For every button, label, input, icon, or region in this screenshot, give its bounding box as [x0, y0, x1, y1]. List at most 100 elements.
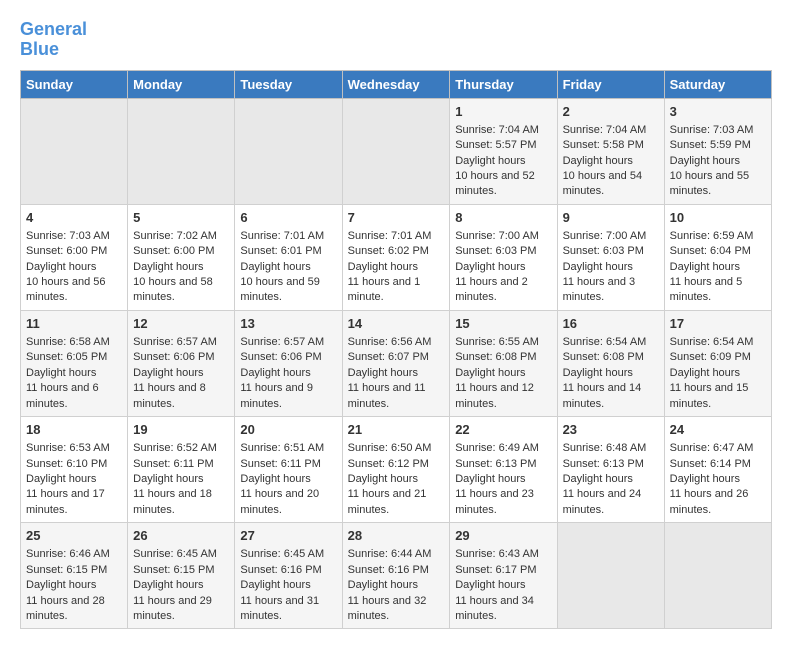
daylight-label: Daylight hours	[563, 154, 659, 169]
week-row-4: 18Sunrise: 6:53 AMSunset: 6:10 PMDayligh…	[21, 417, 772, 523]
calendar-cell: 10Sunrise: 6:59 AMSunset: 6:04 PMDayligh…	[664, 204, 771, 310]
sunrise-time: Sunrise: 6:50 AM	[348, 441, 445, 456]
day-number: 13	[240, 315, 336, 333]
sunset-time: Sunset: 6:00 PM	[133, 244, 229, 259]
day-number: 28	[348, 527, 445, 545]
header-day-thursday: Thursday	[450, 70, 557, 98]
daylight-value: 11 hours and 23 minutes.	[455, 487, 551, 518]
day-number: 10	[670, 209, 766, 227]
day-number: 17	[670, 315, 766, 333]
daylight-label: Daylight hours	[133, 366, 229, 381]
calendar-cell: 24Sunrise: 6:47 AMSunset: 6:14 PMDayligh…	[664, 417, 771, 523]
sunrise-time: Sunrise: 6:57 AM	[240, 335, 336, 350]
sunset-time: Sunset: 5:58 PM	[563, 138, 659, 153]
daylight-value: 11 hours and 5 minutes.	[670, 275, 766, 306]
calendar-cell: 18Sunrise: 6:53 AMSunset: 6:10 PMDayligh…	[21, 417, 128, 523]
sunrise-time: Sunrise: 7:00 AM	[455, 229, 551, 244]
header-day-wednesday: Wednesday	[342, 70, 450, 98]
daylight-value: 11 hours and 31 minutes.	[240, 594, 336, 625]
daylight-value: 10 hours and 52 minutes.	[455, 169, 551, 200]
calendar-cell: 1Sunrise: 7:04 AMSunset: 5:57 PMDaylight…	[450, 98, 557, 204]
daylight-label: Daylight hours	[348, 366, 445, 381]
sunset-time: Sunset: 6:07 PM	[348, 350, 445, 365]
day-number: 15	[455, 315, 551, 333]
day-number: 29	[455, 527, 551, 545]
daylight-value: 10 hours and 58 minutes.	[133, 275, 229, 306]
sunrise-time: Sunrise: 6:54 AM	[563, 335, 659, 350]
calendar-cell: 8Sunrise: 7:00 AMSunset: 6:03 PMDaylight…	[450, 204, 557, 310]
day-number: 12	[133, 315, 229, 333]
calendar-cell: 19Sunrise: 6:52 AMSunset: 6:11 PMDayligh…	[128, 417, 235, 523]
sunset-time: Sunset: 6:13 PM	[563, 457, 659, 472]
daylight-label: Daylight hours	[133, 260, 229, 275]
calendar-cell	[235, 98, 342, 204]
calendar-cell: 29Sunrise: 6:43 AMSunset: 6:17 PMDayligh…	[450, 523, 557, 629]
day-number: 9	[563, 209, 659, 227]
daylight-value: 11 hours and 29 minutes.	[133, 594, 229, 625]
sunrise-time: Sunrise: 6:59 AM	[670, 229, 766, 244]
daylight-label: Daylight hours	[26, 578, 122, 593]
week-row-5: 25Sunrise: 6:46 AMSunset: 6:15 PMDayligh…	[21, 523, 772, 629]
sunrise-time: Sunrise: 7:00 AM	[563, 229, 659, 244]
calendar-cell: 25 Sunrise: 6:46 AMSunset: 6:15 PMDayligh…	[21, 523, 128, 629]
daylight-value: 10 hours and 59 minutes.	[240, 275, 336, 306]
daylight-value: 11 hours and 24 minutes.	[563, 487, 659, 518]
day-number: 20	[240, 421, 336, 439]
daylight-label: Daylight hours	[348, 472, 445, 487]
header-day-saturday: Saturday	[664, 70, 771, 98]
daylight-label: Daylight hours	[670, 366, 766, 381]
sunrise-time: Sunrise: 6:58 AM	[26, 335, 122, 350]
calendar-cell: 7Sunrise: 7:01 AMSunset: 6:02 PMDaylight…	[342, 204, 450, 310]
calendar-cell: 20Sunrise: 6:51 AMSunset: 6:11 PMDayligh…	[235, 417, 342, 523]
sunset-time: Sunset: 5:59 PM	[670, 138, 766, 153]
logo: General Blue	[20, 20, 87, 60]
daylight-label: Daylight hours	[26, 260, 122, 275]
daylight-label: Daylight hours	[240, 260, 336, 275]
sunset-time: Sunset: 6:08 PM	[563, 350, 659, 365]
day-number: 25	[26, 527, 122, 545]
sunrise-time: Sunrise: 6:48 AM	[563, 441, 659, 456]
daylight-label: Daylight hours	[455, 260, 551, 275]
calendar-cell	[557, 523, 664, 629]
day-number: 5	[133, 209, 229, 227]
daylight-value: 11 hours and 34 minutes.	[455, 594, 551, 625]
daylight-value: 11 hours and 1 minute.	[348, 275, 445, 306]
daylight-value: 11 hours and 11 minutes.	[348, 381, 445, 412]
sunrise-time: Sunrise: 7:01 AM	[348, 229, 445, 244]
day-number: 18	[26, 421, 122, 439]
calendar-cell: 21Sunrise: 6:50 AMSunset: 6:12 PMDayligh…	[342, 417, 450, 523]
calendar-cell: 13Sunrise: 6:57 AMSunset: 6:06 PMDayligh…	[235, 310, 342, 416]
calendar-cell: 27Sunrise: 6:45 AMSunset: 6:16 PMDayligh…	[235, 523, 342, 629]
daylight-label: Daylight hours	[348, 578, 445, 593]
daylight-value: 11 hours and 21 minutes.	[348, 487, 445, 518]
day-number: 6	[240, 209, 336, 227]
sunset-time: Sunset: 6:10 PM	[26, 457, 122, 472]
daylight-label: Daylight hours	[455, 472, 551, 487]
sunrise-time: Sunrise: 7:03 AM	[26, 229, 122, 244]
daylight-value: 11 hours and 8 minutes.	[133, 381, 229, 412]
daylight-label: Daylight hours	[670, 472, 766, 487]
sunrise-time: Sunrise: 7:04 AM	[455, 123, 551, 138]
calendar-cell: 11Sunrise: 6:58 AMSunset: 6:05 PMDayligh…	[21, 310, 128, 416]
sunset-time: Sunset: 6:02 PM	[348, 244, 445, 259]
sunset-time: Sunset: 6:17 PM	[455, 563, 551, 578]
sunset-time: Sunset: 6:15 PM	[26, 563, 122, 578]
sunset-time: Sunset: 6:11 PM	[133, 457, 229, 472]
logo-text-line1: General	[20, 20, 87, 40]
calendar-cell: 12Sunrise: 6:57 AMSunset: 6:06 PMDayligh…	[128, 310, 235, 416]
day-number: 19	[133, 421, 229, 439]
sunset-time: Sunset: 6:09 PM	[670, 350, 766, 365]
sunrise-time: Sunrise: 6:46 AM	[26, 547, 122, 562]
sunset-time: Sunset: 5:57 PM	[455, 138, 551, 153]
calendar-cell: 15Sunrise: 6:55 AMSunset: 6:08 PMDayligh…	[450, 310, 557, 416]
daylight-value: 11 hours and 6 minutes.	[26, 381, 122, 412]
daylight-value: 11 hours and 18 minutes.	[133, 487, 229, 518]
calendar-cell: 5Sunrise: 7:02 AMSunset: 6:00 PMDaylight…	[128, 204, 235, 310]
sunrise-time: Sunrise: 6:44 AM	[348, 547, 445, 562]
week-row-2: 4Sunrise: 7:03 AMSunset: 6:00 PMDaylight…	[21, 204, 772, 310]
daylight-value: 10 hours and 55 minutes.	[670, 169, 766, 200]
sunset-time: Sunset: 6:08 PM	[455, 350, 551, 365]
sunset-time: Sunset: 6:14 PM	[670, 457, 766, 472]
header-row: SundayMondayTuesdayWednesdayThursdayFrid…	[21, 70, 772, 98]
calendar-table: SundayMondayTuesdayWednesdayThursdayFrid…	[20, 70, 772, 630]
